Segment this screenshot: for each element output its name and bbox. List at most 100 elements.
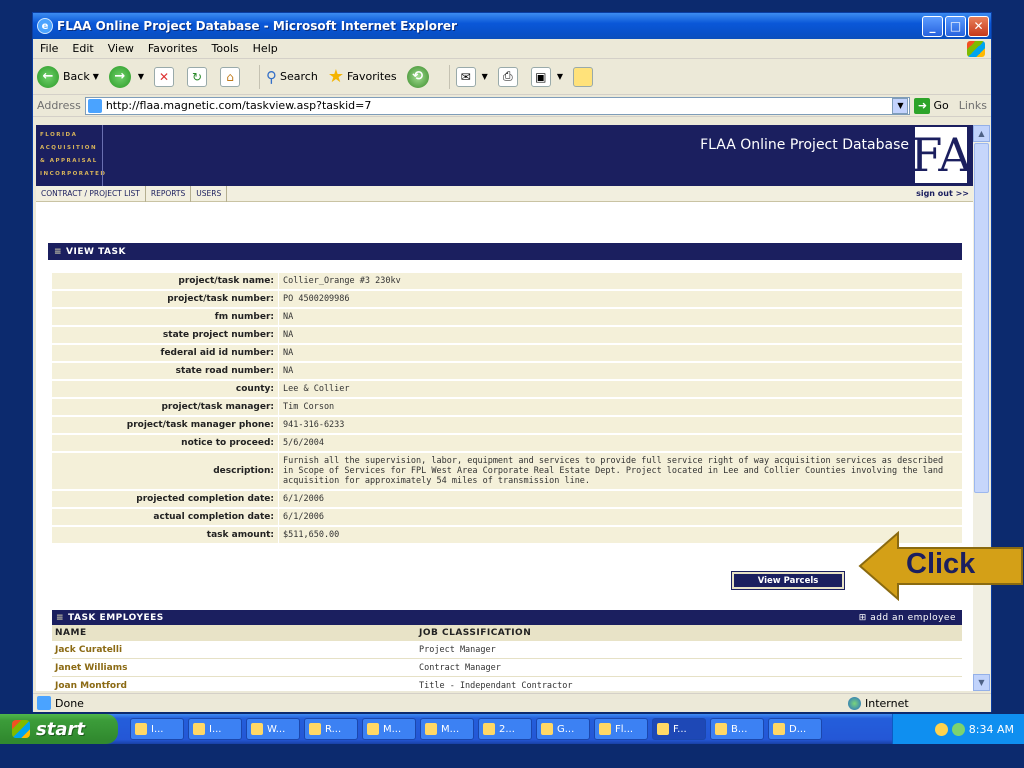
detail-label: fm number: <box>214 312 274 322</box>
folder-button[interactable] <box>572 66 596 87</box>
menu-favorites[interactable]: Favorites <box>141 42 205 55</box>
taskbar-button[interactable]: 2... <box>478 718 532 740</box>
menu-edit[interactable]: Edit <box>65 42 100 55</box>
section-bullet-icon: ≡ <box>54 246 63 257</box>
page-content: FLORIDA ACQUISITION & APPRAISAL INCORPOR… <box>36 125 973 691</box>
go-button[interactable]: ➜ Go <box>914 97 949 114</box>
favorites-button[interactable]: ★ Favorites <box>328 66 397 87</box>
back-label: Back <box>63 70 90 83</box>
chevron-down-icon[interactable]: ▼ <box>557 72 563 81</box>
taskbar-button[interactable]: I... <box>188 718 242 740</box>
close-button[interactable]: ✕ <box>968 15 989 37</box>
detail-label: actual completion date: <box>153 512 274 522</box>
nav-users[interactable]: USERS <box>191 185 228 202</box>
task-icon <box>251 723 263 735</box>
history-button[interactable]: ⟲ <box>406 65 433 88</box>
task-label: D... <box>789 723 807 735</box>
add-employee-label: add an employee <box>870 612 956 623</box>
nav-contract-project-list[interactable]: CONTRACT / PROJECT LIST <box>36 185 146 202</box>
detail-row: description: Furnish all the supervision,… <box>52 453 962 489</box>
forward-button[interactable]: → ▼ <box>108 65 144 88</box>
taskbar-button[interactable]: W... <box>246 718 300 740</box>
detail-label: state road number: <box>175 366 274 376</box>
home-button[interactable]: ⌂ <box>220 66 243 87</box>
printer-icon: ⎙ <box>497 66 518 87</box>
security-zone: Internet <box>848 696 909 710</box>
search-button[interactable]: ⚲ Search <box>266 68 318 86</box>
logo-line: & APPRAISAL <box>40 158 98 164</box>
taskbar-button[interactable]: M... <box>362 718 416 740</box>
vertical-scrollbar[interactable]: ▲ ▼ <box>973 125 990 691</box>
taskbar-button[interactable]: F... <box>652 718 706 740</box>
favorites-label: Favorites <box>346 70 397 83</box>
task-label: I... <box>151 723 164 735</box>
company-logo[interactable]: FLORIDA ACQUISITION & APPRAISAL INCORPOR… <box>40 129 106 181</box>
sign-out-link[interactable]: sign out >> <box>916 189 969 198</box>
minimize-button[interactable]: _ <box>922 15 943 37</box>
refresh-button[interactable]: ↻ <box>187 66 210 87</box>
detail-value: 6/1/2006 <box>278 491 962 507</box>
menu-file[interactable]: File <box>33 42 65 55</box>
menu-help[interactable]: Help <box>246 42 285 55</box>
taskbar-button[interactable]: D... <box>768 718 822 740</box>
detail-label: project/task name: <box>178 276 274 286</box>
detail-value: Furnish all the supervision, labor, equi… <box>278 453 962 489</box>
employee-name-link[interactable]: Joan Montford <box>52 681 416 691</box>
taskbar-button[interactable]: B... <box>710 718 764 740</box>
view-task-title: VIEW TASK <box>66 246 126 257</box>
add-employee-link[interactable]: ⊞ add an employee <box>859 613 962 623</box>
menu-tools[interactable]: Tools <box>205 42 246 55</box>
detail-label: state project number: <box>162 330 274 340</box>
taskbar-button[interactable]: Fl... <box>594 718 648 740</box>
taskbar-button[interactable]: I... <box>130 718 184 740</box>
section-bullet-icon: ≡ <box>56 612 65 623</box>
taskbar-button[interactable]: G... <box>536 718 590 740</box>
detail-row: county: Lee & Collier <box>52 381 962 397</box>
view-parcels-button[interactable]: View Parcels <box>731 571 845 590</box>
taskbar-button[interactable]: M... <box>420 718 474 740</box>
tray-icon[interactable] <box>934 722 948 736</box>
plus-box-icon: ⊞ <box>858 612 867 623</box>
scroll-down-icon[interactable]: ▼ <box>973 674 990 691</box>
chevron-down-icon[interactable]: ▼ <box>892 97 909 114</box>
detail-row: project/task number: PO 4500209986 <box>52 291 962 307</box>
chevron-down-icon[interactable]: ▼ <box>482 72 488 81</box>
menu-view[interactable]: View <box>101 42 141 55</box>
maximize-button[interactable]: □ <box>945 15 966 37</box>
print-button[interactable]: ⎙ <box>497 66 521 87</box>
toolbar-separator <box>448 64 450 89</box>
windows-flag-icon <box>12 720 30 738</box>
detail-value: NA <box>278 363 962 379</box>
url-input[interactable]: http://flaa.magnetic.com/taskview.asp?ta… <box>84 96 911 115</box>
taskbar-button[interactable]: R... <box>304 718 358 740</box>
chevron-down-icon[interactable]: ▼ <box>93 72 99 81</box>
site-banner: FLORIDA ACQUISITION & APPRAISAL INCORPOR… <box>36 125 973 186</box>
employee-job: Project Manager <box>419 644 496 655</box>
scroll-thumb[interactable] <box>974 143 989 493</box>
detail-value: 6/1/2006 <box>278 509 962 525</box>
employee-name-link[interactable]: Jack Curatelli <box>52 645 416 655</box>
detail-value: NA <box>278 345 962 361</box>
employee-name-link[interactable]: Janet Williams <box>52 663 416 673</box>
task-icon <box>483 723 495 735</box>
detail-value: 5/6/2004 <box>278 435 962 451</box>
task-icon <box>193 723 205 735</box>
scroll-up-icon[interactable]: ▲ <box>973 125 990 142</box>
detail-label: project/task manager phone: <box>126 420 274 430</box>
stop-button[interactable]: ✕ <box>154 66 177 87</box>
detail-row: actual completion date: 6/1/2006 <box>52 509 962 525</box>
chevron-down-icon[interactable]: ▼ <box>138 72 144 81</box>
task-employees-table: ≡ TASK EMPLOYEES ⊞ add an employee NAME J… <box>52 610 962 691</box>
history-icon: ⟲ <box>406 65 429 88</box>
edit-button[interactable]: ▣ ▼ <box>530 66 563 87</box>
start-button[interactable]: start <box>0 714 118 744</box>
back-button[interactable]: ← Back ▼ <box>37 65 99 88</box>
page-icon <box>87 98 102 113</box>
tray-icon[interactable] <box>951 722 965 736</box>
mail-button[interactable]: ✉ ▼ <box>455 66 488 87</box>
nav-reports[interactable]: REPORTS <box>146 185 192 202</box>
task-icon <box>135 723 147 735</box>
ie-window: e FLAA Online Project Database - Microso… <box>32 12 992 712</box>
col-job: JOB CLASSIFICATION <box>419 628 532 638</box>
links-button[interactable]: Links <box>959 99 987 112</box>
